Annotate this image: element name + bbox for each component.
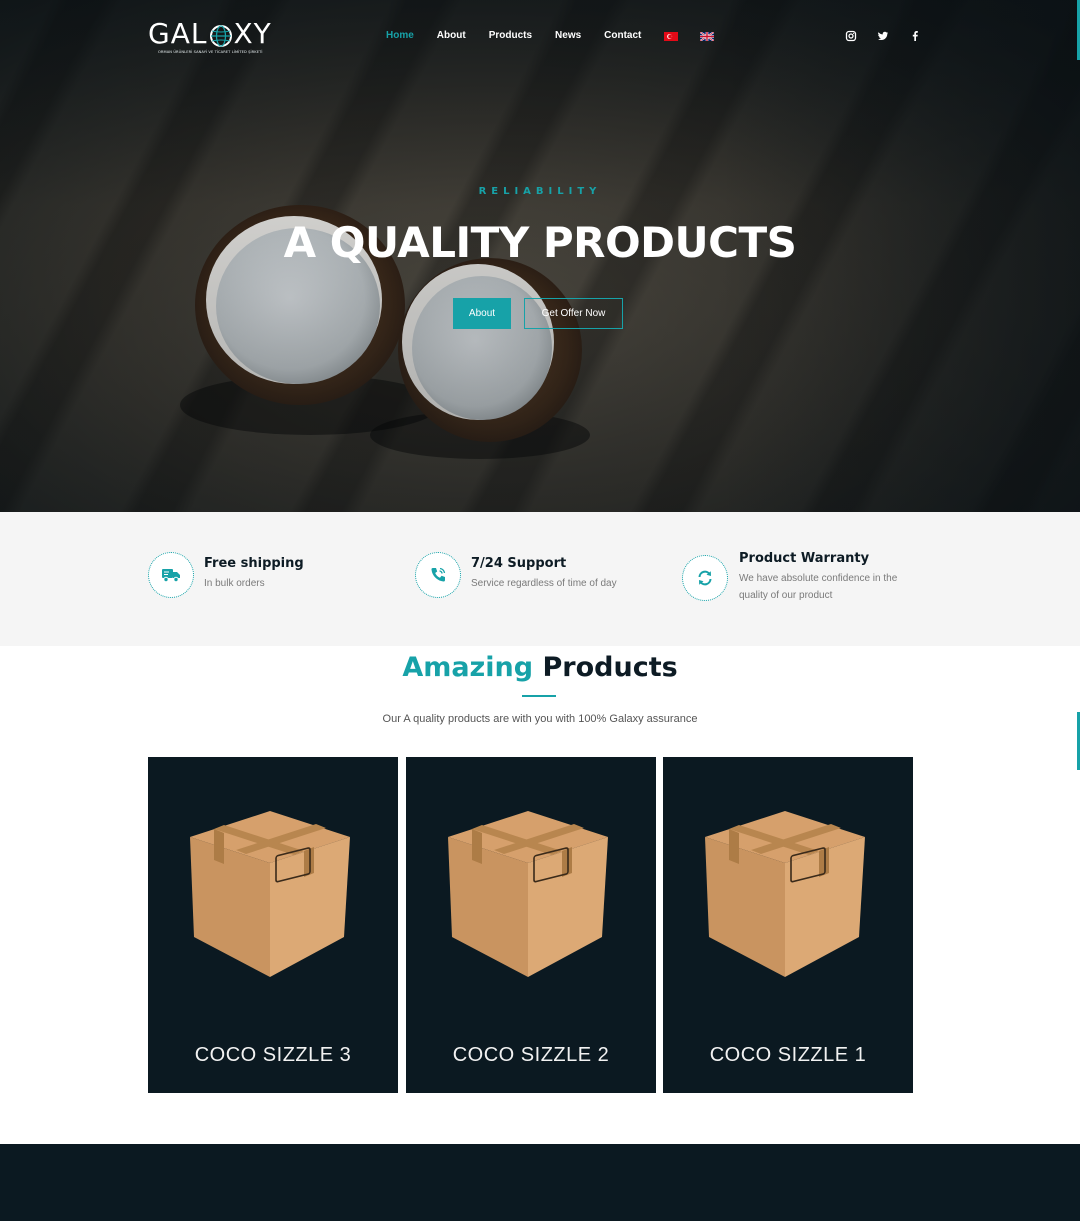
twitter-icon[interactable] bbox=[877, 30, 889, 42]
features-section: Free shipping In bulk orders 7/24 Suppor… bbox=[0, 512, 1080, 646]
galaxy-logo[interactable]: GAL XY ORMAN ÜRÜNLERİ SANAYİ VE TİCARET L… bbox=[148, 18, 278, 60]
nav-home-link[interactable]: Home bbox=[386, 28, 414, 44]
nav-news-link[interactable]: News bbox=[555, 28, 581, 44]
products-heading: Amazing Products bbox=[0, 652, 1080, 683]
turkey-flag-icon[interactable] bbox=[664, 32, 679, 41]
hero-about-button[interactable]: About bbox=[453, 298, 511, 329]
feature-warranty-text-line1: We have absolute confidence in the bbox=[739, 573, 898, 584]
feature-warranty-text-line2: quality of our product bbox=[739, 590, 833, 601]
nav-contact-link[interactable]: Contact bbox=[604, 28, 641, 44]
phone-icon bbox=[415, 552, 461, 598]
feature-shipping-title: Free shipping bbox=[204, 556, 304, 571]
hero-section: GAL XY ORMAN ÜRÜNLERİ SANAYİ VE TİCARET L… bbox=[0, 0, 1080, 512]
hero-kicker: RELIABILITY bbox=[478, 186, 602, 197]
uk-flag-icon[interactable] bbox=[700, 32, 715, 41]
nav-products-link[interactable]: Products bbox=[489, 28, 532, 44]
feature-support-text: Service regardless of time of day bbox=[471, 578, 617, 589]
product-card[interactable]: COCO SIZZLE 3 bbox=[148, 757, 398, 1093]
logo-text-right: XY bbox=[233, 17, 272, 50]
products-heading-accent: Amazing bbox=[402, 652, 534, 683]
refresh-icon bbox=[682, 555, 728, 601]
feature-warranty-title: Product Warranty bbox=[739, 551, 870, 566]
top-navbar: GAL XY ORMAN ÜRÜNLERİ SANAYİ VE TİCARET L… bbox=[0, 0, 1080, 74]
footer bbox=[0, 1144, 1080, 1221]
logo-text-left: GAL bbox=[148, 17, 208, 50]
cardboard-box-icon bbox=[705, 811, 865, 977]
instagram-icon[interactable] bbox=[845, 30, 857, 42]
products-subtitle: Our A quality products are with you with… bbox=[382, 713, 698, 725]
product-name: COCO SIZZLE 3 bbox=[194, 1044, 352, 1066]
nav-about-link[interactable]: About bbox=[437, 28, 466, 44]
product-name: COCO SIZZLE 1 bbox=[709, 1044, 867, 1066]
product-card[interactable]: COCO SIZZLE 2 bbox=[406, 757, 656, 1093]
main-menu: Home About Products News Contact bbox=[386, 28, 736, 44]
heading-underline bbox=[522, 695, 556, 697]
feature-support-title: 7/24 Support bbox=[471, 556, 567, 571]
hero-title: A QUALITY PRODUCTS bbox=[283, 218, 797, 267]
product-name: COCO SIZZLE 2 bbox=[452, 1044, 610, 1066]
cardboard-box-icon bbox=[448, 811, 608, 977]
get-offer-button[interactable]: Get Offer Now bbox=[524, 298, 623, 329]
feature-shipping-text: In bulk orders bbox=[204, 578, 265, 589]
products-heading-rest: Products bbox=[542, 652, 678, 683]
truck-icon bbox=[148, 552, 194, 598]
logo-subtitle: ORMAN ÜRÜNLERİ SANAYİ VE TİCARET LİMİTED… bbox=[158, 50, 263, 54]
product-card[interactable]: COCO SIZZLE 1 bbox=[663, 757, 913, 1093]
globe-icon bbox=[210, 25, 232, 47]
facebook-icon[interactable] bbox=[909, 30, 921, 42]
cardboard-box-icon bbox=[190, 811, 350, 977]
